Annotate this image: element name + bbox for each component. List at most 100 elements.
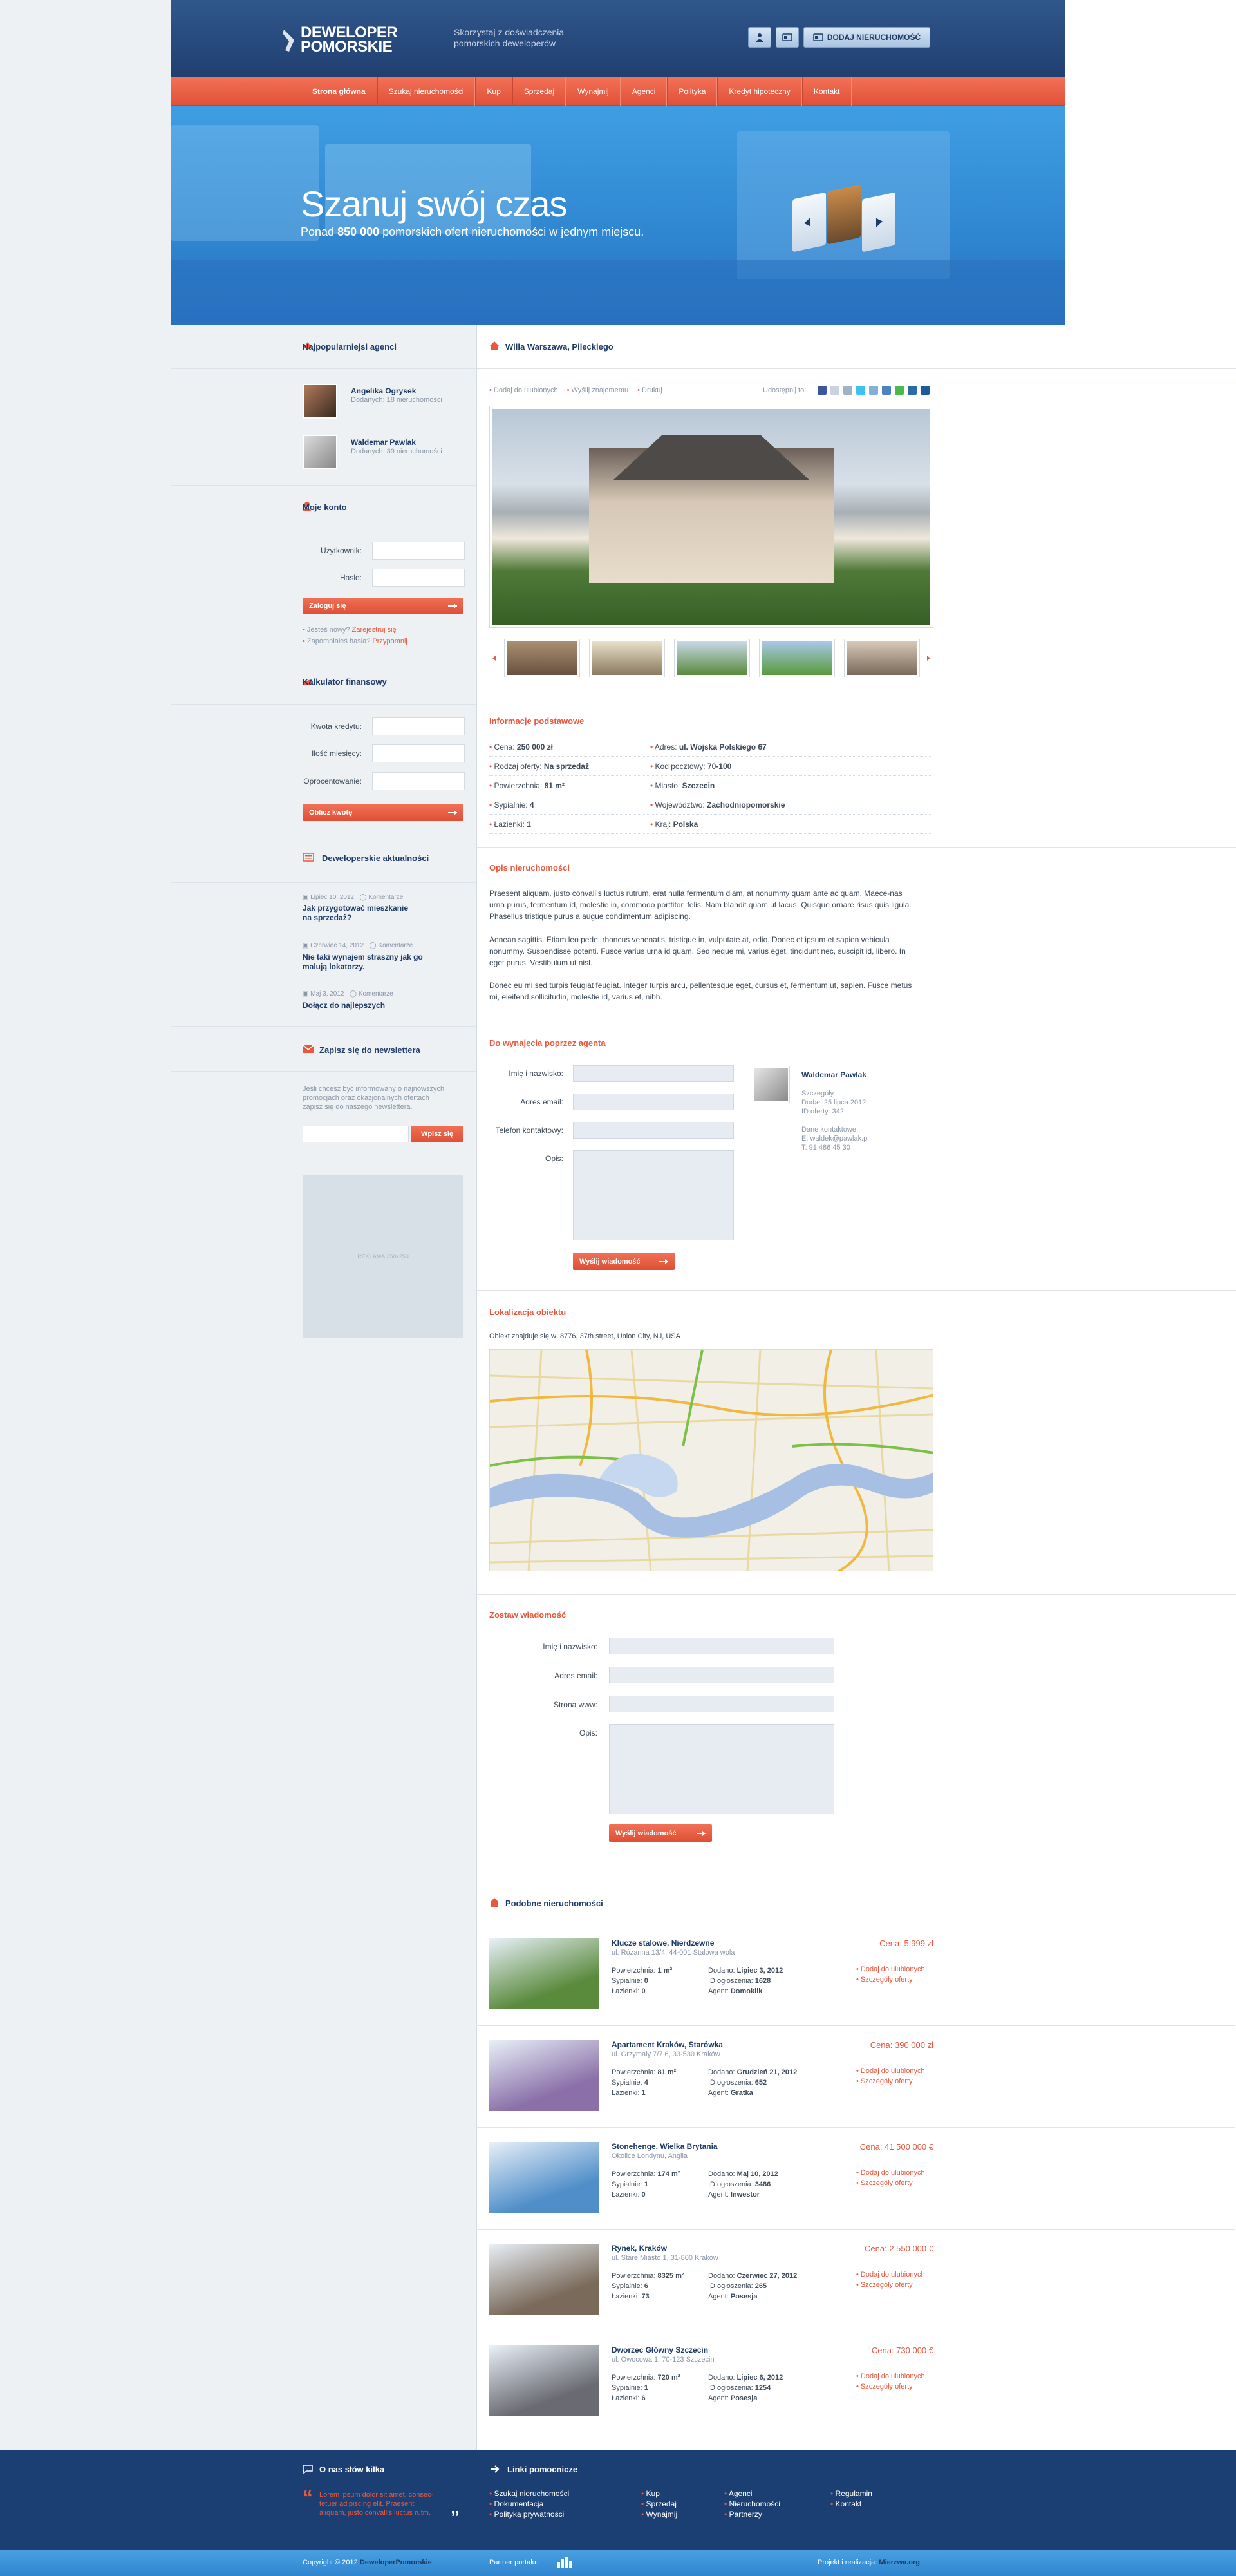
footer-link[interactable]: Polityka prywatności (489, 2510, 565, 2519)
news-headline[interactable]: Dołącz do najlepszych (303, 1001, 385, 1010)
newsletter-submit-button[interactable]: Wpisz się (411, 1126, 464, 1142)
listing-title[interactable]: Klucze stalowe, Nierdzewne (612, 1938, 714, 1947)
nav-item[interactable]: Wynajmij (566, 77, 621, 106)
message-website-input[interactable] (609, 1696, 834, 1712)
ad-placeholder[interactable]: REKLAMA 250x250 (303, 1175, 464, 1338)
linkedin-icon[interactable] (921, 386, 930, 395)
listing-favorite-link[interactable]: • Dodaj do ulubionych (856, 2067, 925, 2075)
hero-thumbnail[interactable] (827, 184, 861, 245)
nav-item[interactable]: Kredyt hipoteczny (717, 77, 802, 106)
nav-item[interactable]: Kontakt (801, 77, 852, 106)
message-send-button[interactable]: Wyślij wiadomość (609, 1824, 712, 1842)
footer-link[interactable]: Agenci (724, 2489, 753, 2498)
print-link[interactable]: • Drukuj (637, 386, 662, 394)
message-email-input[interactable] (609, 1667, 834, 1683)
twitter-icon[interactable] (856, 386, 865, 395)
email-share-icon[interactable] (830, 386, 839, 395)
listing-photo[interactable] (489, 2040, 599, 2111)
nav-item[interactable]: Sprzedaj (512, 77, 566, 106)
gallery-thumbnail[interactable] (589, 639, 665, 677)
footer-link[interactable]: Nieruchomości (724, 2499, 780, 2508)
nav-item[interactable]: Polityka (667, 77, 718, 106)
rent-name-input[interactable] (573, 1065, 734, 1082)
listing-favorite-link[interactable]: • Dodaj do ulubionych (856, 2169, 925, 2177)
message-description-input[interactable] (609, 1724, 834, 1814)
forgot-password-link[interactable]: • Zapomniałeś hasła? Przypomnij (303, 638, 407, 645)
footer-link[interactable]: Regulamin (830, 2489, 872, 2498)
agent-name[interactable]: Waldemar Pawlak (801, 1070, 866, 1079)
footer-link[interactable]: Kontakt (830, 2499, 862, 2508)
listing-photo[interactable] (489, 2142, 599, 2213)
google-share-icon[interactable] (843, 386, 852, 395)
share-icon[interactable] (895, 386, 904, 395)
listing-favorite-link[interactable]: • Dodaj do ulubionych (856, 2372, 925, 2380)
property-main-photo[interactable] (489, 406, 933, 628)
listing-title[interactable]: Rynek, Kraków (612, 2244, 667, 2253)
add-property-button[interactable]: DODAJ NIERUCHOMOŚĆ (803, 27, 930, 48)
hero-next-button[interactable] (862, 192, 895, 252)
partner-logo-icon[interactable] (555, 2555, 576, 2570)
delicious-icon[interactable] (908, 386, 917, 395)
listing-details-link[interactable]: • Szczegóły oferty (856, 2383, 913, 2391)
gallery-thumbnail[interactable] (759, 639, 835, 677)
gallery-next-icon[interactable] (927, 656, 930, 661)
send-friend-link[interactable]: • Wyślij znajomemu (567, 386, 628, 394)
footer-link[interactable]: Szukaj nieruchomości (489, 2489, 570, 2498)
agent-avatar[interactable] (753, 1066, 790, 1103)
loan-amount-input[interactable] (372, 717, 465, 735)
listing-title[interactable]: Dworzec Główny Szczecin (612, 2345, 708, 2354)
location-map[interactable] (489, 1349, 933, 1571)
listing-photo[interactable] (489, 2244, 599, 2315)
rent-email-input[interactable] (573, 1094, 734, 1110)
digg-icon[interactable] (882, 386, 891, 395)
rent-send-button[interactable]: Wyślij wiadomość (573, 1253, 675, 1270)
listing-favorite-link[interactable]: • Dodaj do ulubionych (856, 2271, 925, 2278)
nav-item[interactable]: Szukaj nieruchomości (377, 77, 476, 106)
listing-title[interactable]: Stonehenge, Wielka Brytania (612, 2142, 718, 2151)
nav-item[interactable]: Strona główna (301, 77, 377, 106)
listing-details-link[interactable]: • Szczegóły oferty (856, 2281, 913, 2289)
footer-link[interactable]: Kup (641, 2489, 660, 2498)
register-link[interactable]: • Jesteś nowy? Zarejestruj się (303, 626, 397, 634)
footer-link[interactable]: Sprzedaj (641, 2499, 677, 2508)
myspace-icon[interactable] (869, 386, 878, 395)
rate-input[interactable] (372, 772, 465, 790)
gallery-thumbnail[interactable] (504, 639, 580, 677)
months-input[interactable] (372, 744, 465, 762)
hero-prev-button[interactable] (792, 192, 826, 252)
nav-item[interactable]: Kup (475, 77, 512, 106)
listing-details-link[interactable]: • Szczegóły oferty (856, 1976, 913, 1984)
newsletter-email-input[interactable] (303, 1126, 409, 1142)
add-favorite-link[interactable]: • Dodaj do ulubionych (489, 386, 558, 394)
footer-link[interactable]: Dokumentacja (489, 2499, 544, 2508)
gallery-thumbnail[interactable] (844, 639, 920, 677)
facebook-icon[interactable] (818, 386, 827, 395)
gallery-thumbnail[interactable] (674, 639, 750, 677)
listing-title[interactable]: Apartament Kraków, Starówka (612, 2040, 723, 2049)
login-input[interactable] (372, 542, 465, 560)
nav-item[interactable]: Agenci (620, 77, 668, 106)
rent-phone-input[interactable] (573, 1122, 734, 1139)
id-card-button[interactable] (776, 27, 799, 48)
gallery-prev-icon[interactable] (492, 656, 496, 661)
site-logo[interactable]: DEWELOPER POMORSKIE (283, 25, 398, 55)
listing-photo[interactable] (489, 2345, 599, 2416)
news-headline[interactable]: Jak przygotować mieszkanie na sprzedaż? (303, 904, 408, 923)
calculate-button[interactable]: Oblicz kwotę (303, 804, 464, 821)
listing-details-link[interactable]: • Szczegóły oferty (856, 2179, 913, 2187)
news-headline[interactable]: Nie taki wynajem straszny jak go malują l… (303, 952, 423, 972)
footer-link[interactable]: Wynajmij (641, 2510, 678, 2519)
password-input[interactable] (372, 569, 465, 587)
listing-photo[interactable] (489, 1938, 599, 2009)
agent-name[interactable]: Waldemar Pawlak (351, 438, 416, 447)
listing-details-link[interactable]: • Szczegóły oferty (856, 2078, 913, 2085)
listing-favorite-link[interactable]: • Dodaj do ulubionych (856, 1965, 925, 1973)
footer-link[interactable]: Partnerzy (724, 2510, 762, 2519)
message-name-input[interactable] (609, 1638, 834, 1654)
avatar[interactable] (303, 435, 337, 469)
agent-name[interactable]: Angelika Ogrysek (351, 386, 416, 395)
avatar[interactable] (303, 384, 337, 419)
rent-description-input[interactable] (573, 1150, 734, 1240)
login-button[interactable]: Zaloguj się (303, 598, 464, 614)
user-button[interactable] (748, 27, 771, 48)
